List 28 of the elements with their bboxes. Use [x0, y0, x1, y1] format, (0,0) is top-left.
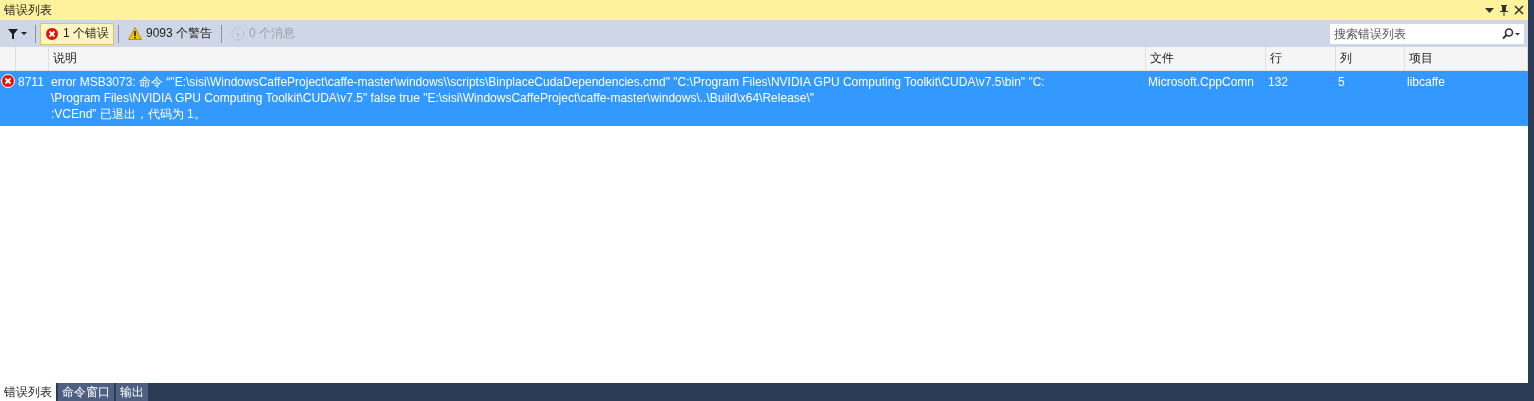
search-field[interactable]: 搜索错误列表	[1330, 23, 1502, 44]
table-cell: Microsoft.CppComn	[1148, 75, 1255, 89]
dropdown-icon[interactable]	[1485, 7, 1494, 13]
warning-icon	[128, 27, 142, 40]
warning-filter-button[interactable]: 9093 个警告	[123, 22, 218, 45]
filter-icon	[8, 28, 18, 39]
table-cell: 132	[1268, 75, 1289, 89]
table-cell: libcaffe	[1407, 75, 1445, 89]
message-icon	[231, 26, 246, 41]
error-icon	[45, 26, 59, 41]
close-icon[interactable]	[1514, 5, 1524, 15]
column-header[interactable]: 文件	[1146, 47, 1266, 71]
column-header[interactable]: 行	[1266, 47, 1336, 71]
search-button[interactable]	[1502, 23, 1524, 44]
column-header[interactable]: 项目	[1405, 47, 1528, 71]
error-icon	[1, 74, 15, 88]
column-header[interactable]: 说明	[49, 47, 1146, 71]
table-cell: error MSB3073: 命令 “"E:\sisi\WindowsCaffeProject\caffe-master\windows\\scripts\BinplaceCudaDependencies.cmd" "C:\Program Files\NVIDIA GPU Computing Toolkit\CUDA\v7.5\bin" "C: \Program Files\NVIDIA GPU Computing Toolkit\CUDA\v7.5" false true "E:\sisi\WindowsCaffeProject\caffe-master\windows\..\Build\x64\Release\" :VCEnd” 已退出，代码为 1。	[49, 71, 1146, 126]
panel-tab[interactable]: 输出	[116, 383, 148, 401]
caret-icon	[21, 32, 27, 35]
pin-icon[interactable]	[1500, 4, 1508, 16]
panel-tab[interactable]: 命令窗口	[58, 383, 114, 401]
panel-tab[interactable]: 错误列表	[0, 383, 56, 401]
table-cell: 5	[1338, 75, 1345, 89]
column-header[interactable]: 列	[1336, 47, 1405, 71]
table-cell: 8711	[18, 75, 44, 89]
error-filter-button[interactable]: 1 个错误	[40, 22, 114, 45]
window-title: 错误列表	[4, 1, 53, 19]
